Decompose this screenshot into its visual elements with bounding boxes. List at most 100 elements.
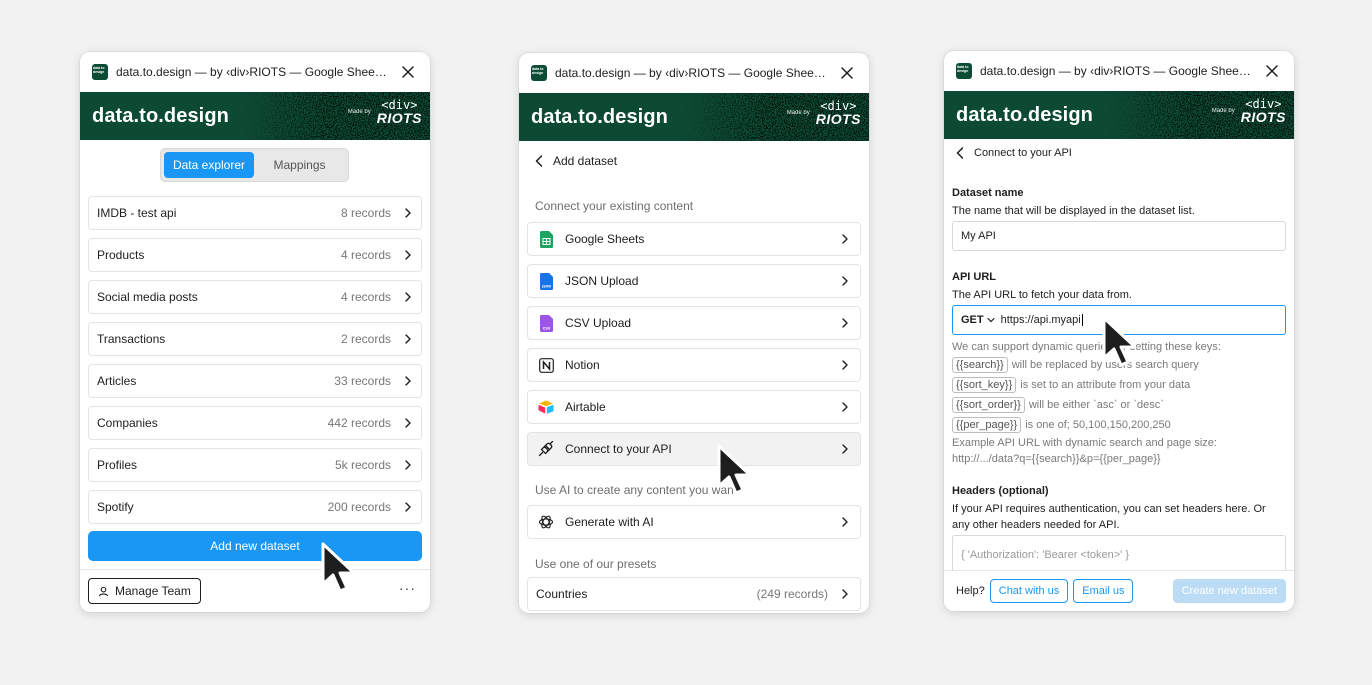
riots-wordmark: RIOTS xyxy=(376,110,422,126)
footer: Manage Team ··· xyxy=(80,569,430,612)
source-label: CSV Upload xyxy=(565,316,632,330)
dataset-row[interactable]: Articles 33 records xyxy=(88,364,422,398)
dataset-name-label: Dataset name xyxy=(952,187,1024,199)
window-titlebar: data to design data.to.design — by ‹div›… xyxy=(519,53,869,93)
source-notion[interactable]: Notion xyxy=(527,348,861,382)
app-icon: data to design xyxy=(956,63,972,79)
dynamic-key-row: {{per_page}} is one of; 50,100,150,200,25… xyxy=(952,417,1171,433)
api-url-value: https://api.myapi xyxy=(1000,314,1081,326)
back-button[interactable]: Add dataset xyxy=(535,154,617,168)
http-method-select[interactable]: GET xyxy=(961,314,984,326)
window-title: data.to.design — by ‹div›RIOTS — Google … xyxy=(116,65,390,79)
dataset-name-input[interactable]: My API xyxy=(952,221,1286,251)
ai-source-list: Generate with AI xyxy=(527,505,861,539)
dataset-row[interactable]: Transactions 2 records xyxy=(88,322,422,356)
page-title: Add dataset xyxy=(553,154,618,168)
brand-banner: data.to.design Made by <div> RIOTS xyxy=(944,91,1294,139)
close-icon[interactable] xyxy=(398,62,418,82)
manage-team-button[interactable]: Manage Team xyxy=(88,578,201,604)
svg-text:JSON: JSON xyxy=(541,284,551,288)
google-sheets-icon xyxy=(538,230,554,248)
source-connect-to-your-api[interactable]: Connect to your API xyxy=(527,432,861,466)
made-by-label: Made by xyxy=(347,109,371,115)
chevron-right-icon xyxy=(842,402,848,412)
chevron-left-icon xyxy=(956,147,964,159)
user-icon xyxy=(98,586,109,596)
made-by-logo[interactable]: Made by <div> RIOTS xyxy=(1212,98,1286,124)
chevron-right-icon xyxy=(405,334,411,344)
dataset-row[interactable]: Companies 442 records xyxy=(88,406,422,440)
made-by-label: Made by xyxy=(1211,108,1235,114)
dataset-record-count: 442 records xyxy=(327,416,391,430)
source-label: Connect to your API xyxy=(565,442,672,456)
chat-with-us-button[interactable]: Chat with us xyxy=(989,579,1069,603)
source-json-upload[interactable]: JSON JSON Upload xyxy=(527,264,861,298)
tab-data-explorer[interactable]: Data explorer xyxy=(164,152,254,178)
dataset-record-count: 33 records xyxy=(334,374,391,388)
dataset-record-count: 5k records xyxy=(334,458,391,472)
dataset-row[interactable]: IMDB - test api 8 records xyxy=(88,196,422,230)
api-plug-icon xyxy=(538,440,554,458)
made-by-logo[interactable]: Made by <div> RIOTS xyxy=(787,100,861,126)
add-new-dataset-button[interactable]: Add new dataset xyxy=(88,531,422,561)
app-icon: data to design xyxy=(531,65,547,81)
dynamic-key-row: {{search}} will be replaced by users sear… xyxy=(952,357,1199,373)
chevron-right-icon xyxy=(842,234,848,244)
help-label: Help? xyxy=(956,585,985,597)
text-caret xyxy=(1081,314,1083,326)
dataset-list: IMDB - test api 8 records Products 4 record… xyxy=(88,196,422,532)
create-new-dataset-button[interactable]: Create new dataset xyxy=(1172,579,1286,603)
close-icon[interactable] xyxy=(1262,61,1282,81)
chevron-down-icon xyxy=(987,317,995,323)
chevron-right-icon xyxy=(405,460,411,470)
key-description: is set to an attribute from your data xyxy=(1020,379,1191,391)
source-label: Generate with AI xyxy=(565,515,654,529)
dataset-row[interactable]: Spotify 200 records xyxy=(88,490,422,524)
json-file-icon: JSON xyxy=(538,272,554,290)
email-us-button[interactable]: Email us xyxy=(1073,579,1134,603)
dataset-record-count: 200 records xyxy=(327,500,391,514)
dataset-row[interactable]: Social media posts 4 records xyxy=(88,280,422,314)
chevron-right-icon xyxy=(842,318,848,328)
chevron-right-icon xyxy=(405,250,411,260)
brand-banner: data.to.design Made by <div> RIOTS xyxy=(519,93,869,141)
source-google-sheets[interactable]: Google Sheets xyxy=(527,222,861,256)
example-url: http://.../data?q={{search}}&p={{per_pag… xyxy=(952,453,1161,465)
api-url-desc: The API URL to fetch your data from. xyxy=(952,289,1132,301)
source-csv-upload[interactable]: CSV CSV Upload xyxy=(527,306,861,340)
tab-mappings[interactable]: Mappings xyxy=(254,152,345,178)
csv-file-icon: CSV xyxy=(538,314,554,332)
source-label: Airtable xyxy=(565,400,606,414)
source-airtable[interactable]: Airtable xyxy=(527,390,861,424)
source-generate-with-ai[interactable]: Generate with AI xyxy=(527,505,861,539)
back-button[interactable]: Connect to your API xyxy=(956,147,1072,159)
page-title: Connect to your API xyxy=(974,147,1072,159)
window-title: data.to.design — by ‹div›RIOTS — Google … xyxy=(980,64,1254,78)
chevron-right-icon xyxy=(405,376,411,386)
openai-icon xyxy=(538,513,554,531)
footer: Help? Chat with us Email us Create new d… xyxy=(944,570,1294,611)
api-url-label: API URL xyxy=(952,271,996,283)
source-list: Google Sheets JSON JSON Upload CSV CSV Uploa… xyxy=(527,222,861,474)
chevron-right-icon xyxy=(842,360,848,370)
window-title: data.to.design — by ‹div›RIOTS — Google … xyxy=(555,66,829,80)
source-label: Google Sheets xyxy=(565,232,645,246)
view-switcher: Data explorer Mappings xyxy=(160,148,349,182)
headers-textarea[interactable]: { 'Authorization': 'Bearer <token>' } xyxy=(952,535,1286,575)
window-titlebar: data to design data.to.design — by ‹div›… xyxy=(80,52,430,92)
dataset-row[interactable]: Profiles 5k records xyxy=(88,448,422,482)
dataset-row[interactable]: Products 4 records xyxy=(88,238,422,272)
source-label: JSON Upload xyxy=(565,274,639,288)
dataset-name: Spotify xyxy=(97,500,134,514)
presets-label: Use one of our presets xyxy=(535,557,657,571)
key-chip: {{per_page}} xyxy=(952,417,1022,433)
more-options-icon[interactable]: ··· xyxy=(399,580,416,596)
chevron-right-icon xyxy=(842,276,848,286)
chevron-right-icon xyxy=(405,502,411,512)
close-icon[interactable] xyxy=(837,63,857,83)
chevron-right-icon xyxy=(842,444,848,454)
dataset-name: Products xyxy=(97,248,145,262)
made-by-logo[interactable]: Made by <div> RIOTS xyxy=(348,99,422,125)
plugin-window-add-dataset: data to design data.to.design — by ‹div›… xyxy=(519,53,869,613)
preset-countries[interactable]: Countries (249 records) xyxy=(527,577,861,611)
